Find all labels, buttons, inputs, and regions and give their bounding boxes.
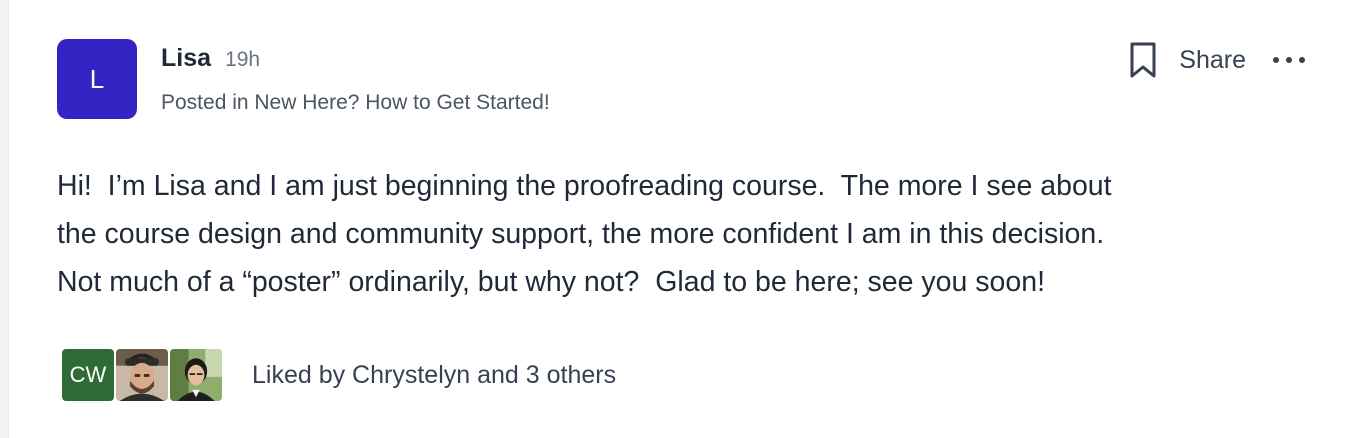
liker-avatar-cw[interactable]: CW — [60, 347, 116, 403]
posted-in[interactable]: Posted in New Here? How to Get Started! — [161, 91, 550, 115]
post-time[interactable]: 19h — [225, 48, 260, 72]
post-actions: Share — [1125, 41, 1306, 79]
bookmark-icon — [1130, 42, 1156, 78]
more-button[interactable] — [1272, 45, 1306, 75]
liker-avatar-photo-1[interactable] — [114, 347, 170, 403]
share-button[interactable]: Share — [1179, 46, 1246, 75]
post-card: L Lisa 19h Posted in New Here? How to Ge… — [10, 0, 1354, 438]
author-avatar[interactable]: L — [57, 39, 137, 119]
liker-avatar-photo-2[interactable] — [168, 347, 224, 403]
user-photo-icon — [170, 349, 222, 401]
page: L Lisa 19h Posted in New Here? How to Ge… — [0, 0, 1354, 438]
user-photo-icon — [116, 349, 168, 401]
author-avatar-initial: L — [89, 63, 105, 94]
likes-text[interactable]: Liked by Chrystelyn and 3 others — [252, 361, 616, 390]
author-line: Lisa 19h — [161, 44, 260, 73]
bookmark-button[interactable] — [1125, 41, 1161, 79]
author-name[interactable]: Lisa — [161, 44, 211, 73]
likes-row: CW Liked by Chrystelyn and 3 others — [60, 347, 616, 403]
liker-initials: CW — [69, 362, 107, 387]
left-border — [0, 0, 9, 438]
more-horizontal-icon — [1273, 57, 1305, 63]
post-body: Hi! I’m Lisa and I am just beginning the… — [57, 170, 1112, 298]
